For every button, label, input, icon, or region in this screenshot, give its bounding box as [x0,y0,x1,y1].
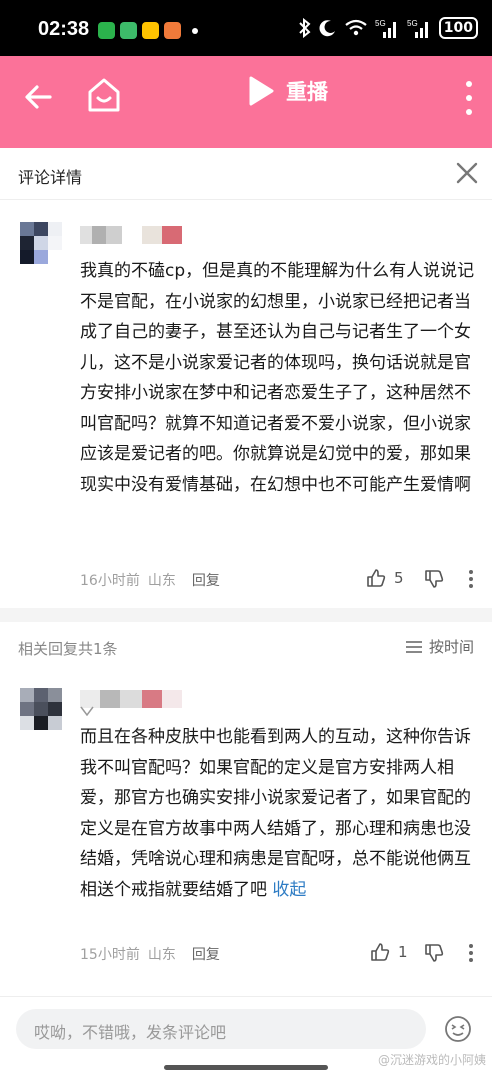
like-button[interactable]: 1 [370,942,408,962]
more-vertical-icon[interactable] [464,78,474,118]
comment-meta: 16小时前 山东 回复 [80,570,220,590]
collapse-link[interactable]: 收起 [272,880,306,900]
status-bar: 02:38 5G 5G 100 [0,0,492,56]
reply-button[interactable]: 回复 [192,570,220,590]
vip-level-icon [80,706,94,716]
comment-text: 我真的不磕cp，但是真的不能理解为什么有人说说记不是官配，在小说家的幻想里，小说… [80,261,475,495]
replay-button[interactable]: 重播 [248,76,328,106]
thumbs-up-icon [367,569,386,587]
username-blurred[interactable] [80,226,122,244]
sort-label: 按时间 [428,638,474,656]
app-orange-icon [164,22,181,39]
svg-text:5G: 5G [407,19,418,28]
play-icon [249,76,274,106]
comment-more-icon[interactable] [468,569,474,589]
avatar[interactable] [20,688,62,730]
reply-text: 而且在各种皮肤中也能看到两人的互动，这种你告诉我不叫官配吗？如果官配的定义是官方… [80,727,471,900]
comment-time: 16小时前 [80,573,140,589]
replies-header: 相关回复共1条 按时间 [0,622,492,672]
bluetooth-icon [299,18,311,38]
reply-text-block: 而且在各种皮肤中也能看到两人的互动，这种你告诉我不叫官配吗？如果官配的定义是官方… [80,722,476,905]
comment-location: 山东 [147,573,176,589]
svg-text:5G: 5G [375,19,386,28]
sort-lines-icon [405,640,422,653]
watermark: @沉迷游戏的小阿姨 [377,1053,486,1067]
reply-location: 山东 [147,947,176,963]
avatar[interactable] [20,222,62,264]
emoji-icon[interactable] [444,1015,472,1043]
back-arrow-icon[interactable] [22,80,56,114]
dnd-moon-icon [319,20,335,37]
replay-label: 重播 [286,80,328,104]
signal-icon-2: 5G [407,19,428,38]
user-badge-blurred [142,226,182,244]
battery-indicator: 100 [438,17,478,39]
app-green-icon [120,22,137,39]
reply-button[interactable]: 回复 [192,944,220,964]
section-divider [0,608,492,622]
page-title: 评论详情 [18,168,83,187]
notification-icons [98,22,198,39]
more-notifications-icon [192,27,198,34]
home-indicator[interactable] [164,1065,328,1070]
thumbs-down-icon[interactable] [424,943,444,963]
like-count: 1 [398,943,408,961]
like-count: 5 [394,569,404,587]
comment-input-bar: 哎呦，不错哦，发条评论吧 @沉迷游戏的小阿姨 [0,996,492,1080]
status-indicators: 5G 5G 100 [299,17,478,39]
sort-by-time-button[interactable]: 按时间 [405,636,474,657]
like-button[interactable]: 5 [366,568,404,588]
signal-icon-1: 5G [375,19,396,38]
wechat-icon [98,22,115,39]
user-badge-blurred [142,690,182,708]
thumbs-down-icon[interactable] [424,569,444,589]
comment-input[interactable]: 哎呦，不错哦，发条评论吧 [16,1009,426,1049]
meituan-icon [142,22,159,39]
reply-time: 15小时前 [80,947,140,963]
reply-meta: 15小时前 山东 回复 [80,944,220,964]
replies-count: 相关回复共1条 [18,640,118,658]
home-icon[interactable] [86,76,122,114]
status-time: 02:38 [38,18,90,40]
comment-detail-header: 评论详情 [0,148,492,200]
close-icon[interactable] [454,160,480,186]
reply-more-icon[interactable] [468,943,474,963]
video-topbar: 重播 [0,56,492,148]
thumbs-up-icon [371,943,390,961]
wifi-icon [345,19,367,36]
